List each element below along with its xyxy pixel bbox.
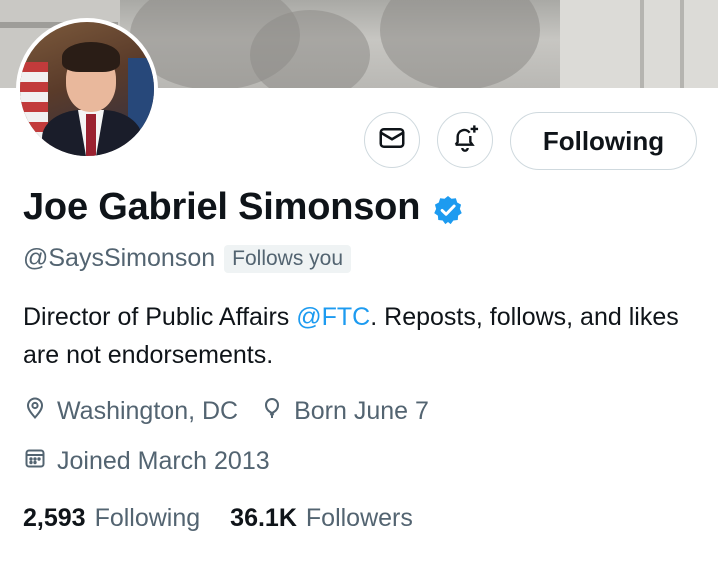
birthday-text: Born June 7: [294, 397, 429, 425]
handle-row: @SaysSimonson Follows you: [23, 244, 352, 273]
follows-you-badge: Follows you: [224, 244, 352, 273]
profile-meta-row: Washington, DC Born June 7: [23, 396, 451, 427]
joined-row: Joined March 2013: [23, 446, 292, 477]
profile-name-row: Joe Gabriel Simonson: [23, 186, 464, 229]
balloon-icon: [260, 396, 294, 427]
bio-mention-link[interactable]: @FTC: [296, 303, 370, 331]
following-count: 2,593: [23, 504, 86, 532]
verified-badge-icon[interactable]: [432, 194, 464, 226]
bio-text-start: Director of Public Affairs: [23, 303, 297, 331]
profile-name: Joe Gabriel Simonson: [23, 186, 421, 228]
followers-label: Followers: [305, 504, 413, 532]
envelope-icon: [377, 123, 407, 158]
location-pin-icon: [23, 396, 57, 427]
birthday-item: Born June 7: [260, 396, 429, 427]
location-item: Washington, DC: [23, 396, 238, 427]
joined-text: Joined March 2013: [57, 447, 270, 475]
following-label: Following: [94, 504, 201, 532]
avatar-tie: [86, 114, 96, 156]
following-button[interactable]: Following: [510, 112, 697, 170]
profile-bio: Director of Public Affairs @FTC. Reposts…: [23, 298, 703, 374]
profile-avatar[interactable]: [16, 18, 158, 160]
followers-stat-link[interactable]: 36.1K Followers: [230, 504, 443, 533]
calendar-icon: [23, 446, 57, 477]
following-stat-link[interactable]: 2,593 Following: [23, 504, 230, 533]
followers-count: 36.1K: [230, 504, 297, 532]
profile-handle: @SaysSimonson: [23, 244, 216, 272]
bell-plus-icon: [449, 122, 481, 159]
joined-item: Joined March 2013: [23, 446, 270, 477]
message-button[interactable]: [364, 112, 420, 168]
profile-stats: 2,593 Following 36.1K Followers: [23, 504, 443, 533]
avatar-hair: [62, 42, 120, 72]
notifications-button[interactable]: [437, 112, 493, 168]
location-text: Washington, DC: [57, 397, 239, 425]
